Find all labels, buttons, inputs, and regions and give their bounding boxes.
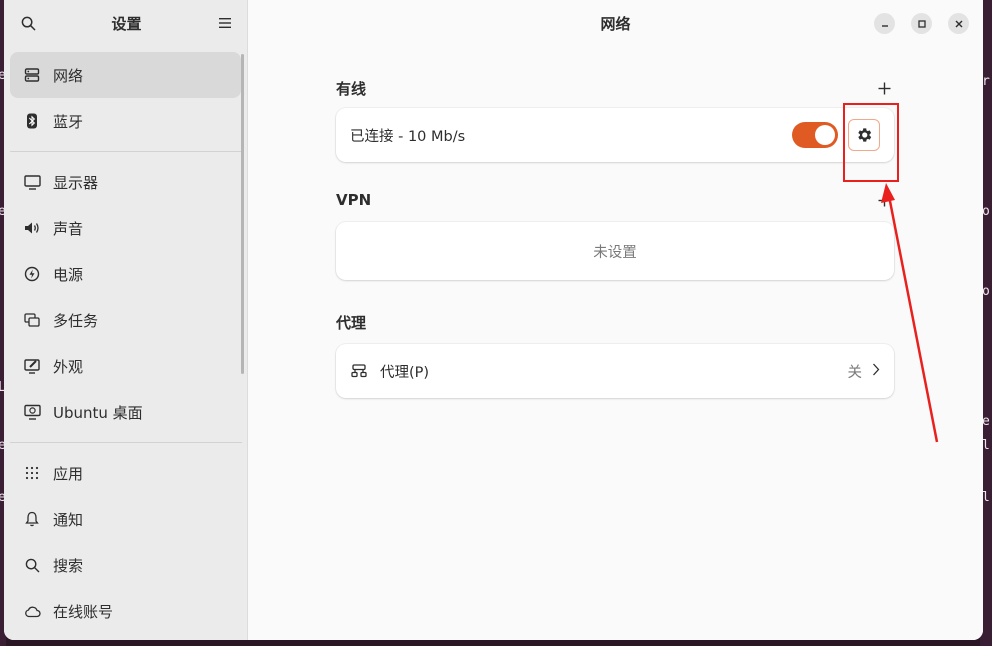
annotation-arrow [881, 183, 939, 443]
